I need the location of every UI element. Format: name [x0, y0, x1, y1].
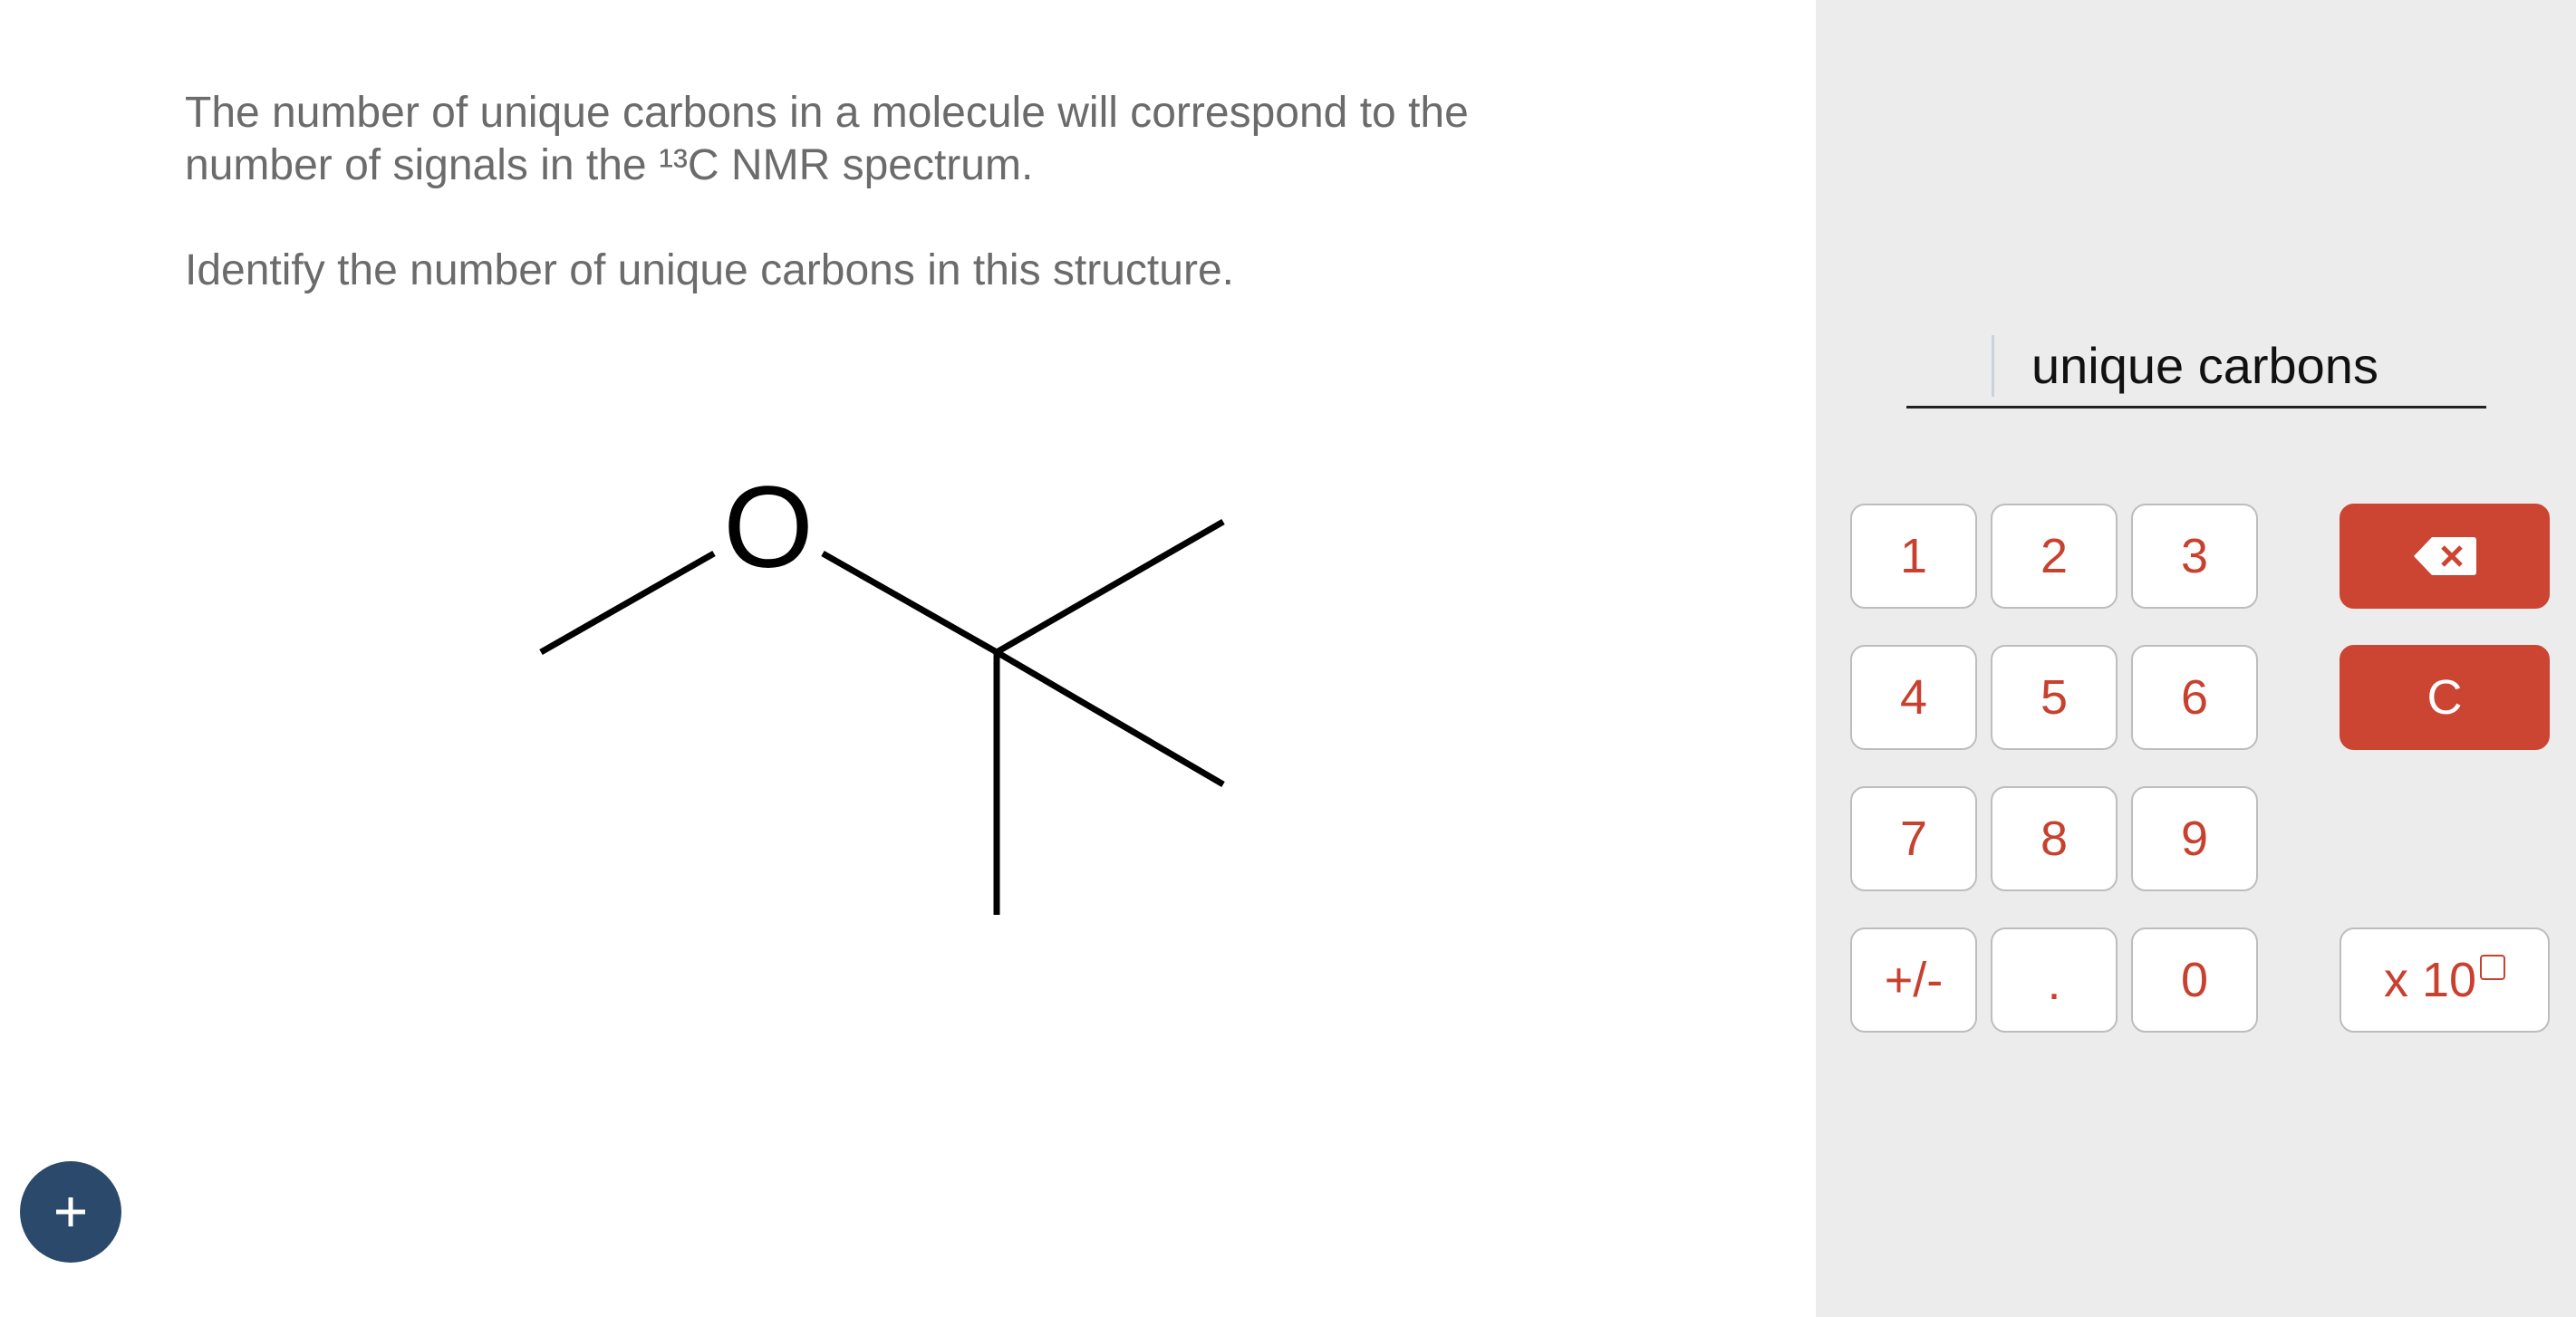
text-caret — [1992, 335, 1994, 397]
key-9[interactable]: 9 — [2131, 786, 2258, 891]
backspace-button[interactable] — [2340, 504, 2550, 609]
prompt-line-2: number of signals in the ¹³C NMR spectru… — [185, 141, 1034, 189]
scientific-notation-label: x 10 — [2383, 953, 2477, 1007]
question-prompt: The number of unique carbons in a molecu… — [185, 87, 1635, 297]
oxygen-atom-label: O — [723, 463, 814, 592]
bond-quaternary-methyl-1 — [995, 518, 1225, 656]
key-2[interactable]: 2 — [1991, 504, 2118, 609]
answer-pane: unique carbons 1 2 3 4 5 6 C 7 8 9 +/- .… — [1816, 0, 2576, 1317]
exponent-box-icon — [2480, 955, 2506, 980]
bond-oxygen-quaternary — [821, 550, 999, 656]
prompt-instruction: Identify the number of unique carbons in… — [185, 246, 1234, 294]
key-3[interactable]: 3 — [2131, 504, 2258, 609]
answer-input[interactable]: unique carbons — [1906, 330, 2486, 409]
key-4[interactable]: 4 — [1850, 645, 1977, 750]
sign-toggle-button[interactable]: +/- — [1850, 928, 1977, 1033]
bond-quaternary-methyl-2 — [995, 649, 1225, 788]
decimal-point-button[interactable]: . — [1991, 928, 2118, 1033]
molecule-structure: O — [539, 463, 1225, 915]
backspace-icon — [2414, 537, 2476, 575]
app-root: The number of unique carbons in a molecu… — [0, 0, 2576, 1317]
answer-unit-label: unique carbons — [2031, 337, 2378, 394]
scientific-notation-button[interactable]: x 10 — [2340, 928, 2550, 1033]
key-5[interactable]: 5 — [1991, 645, 2118, 750]
clear-button[interactable]: C — [2340, 645, 2550, 750]
key-8[interactable]: 8 — [1991, 786, 2118, 891]
key-0[interactable]: 0 — [2131, 928, 2258, 1033]
key-7[interactable]: 7 — [1850, 786, 1977, 891]
bond-methyl-oxygen — [539, 550, 716, 656]
add-button[interactable] — [20, 1161, 121, 1263]
question-pane: The number of unique carbons in a molecu… — [0, 0, 1816, 1317]
key-1[interactable]: 1 — [1850, 504, 1977, 609]
key-6[interactable]: 6 — [2131, 645, 2258, 750]
prompt-line-1: The number of unique carbons in a molecu… — [185, 89, 1469, 137]
plus-icon — [56, 1197, 85, 1226]
